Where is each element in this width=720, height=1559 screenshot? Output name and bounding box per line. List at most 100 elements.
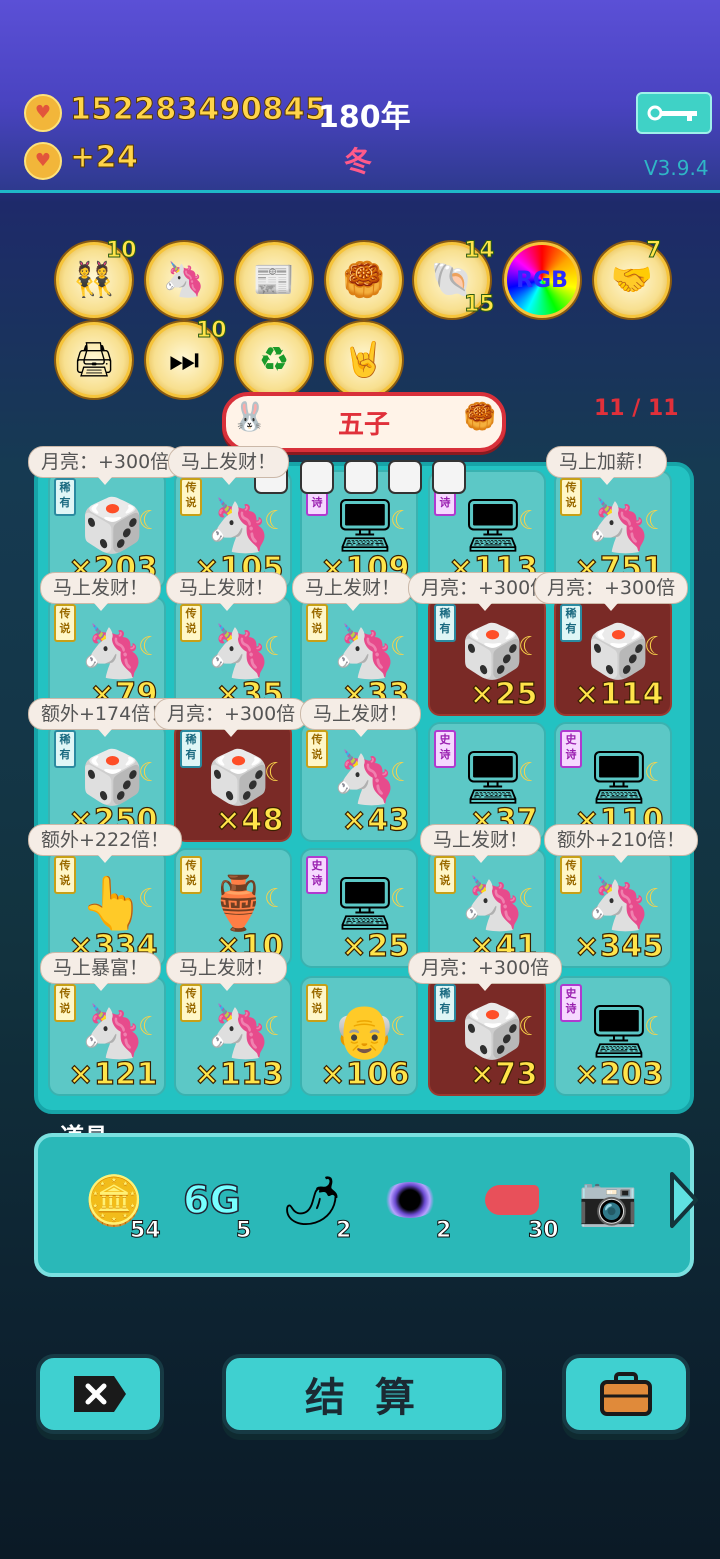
moon-icon: ☾	[390, 1012, 414, 1042]
symbol-icon: 🦄	[332, 622, 397, 682]
rarity-tag: 稀有	[54, 478, 76, 516]
rarity-tag: 传说	[54, 856, 76, 894]
moon-icon: ☾	[644, 884, 668, 914]
rarity-tag: 传说	[180, 984, 202, 1022]
chili-icon: 🌶	[281, 1172, 343, 1229]
camera-icon: 📷	[578, 1172, 638, 1229]
relic-recycle[interactable]: ♻	[236, 322, 312, 398]
effect-bubble: 马上发财！	[166, 952, 288, 991]
symbol-icon: 👆	[80, 874, 145, 934]
relic-count-secondary: 15	[464, 292, 496, 318]
effect-bubble: 额外+222倍！	[28, 824, 183, 863]
effect-bubble: 马上发财！	[40, 572, 162, 611]
relic-rgb[interactable]: RGB	[504, 242, 580, 318]
rarity-tag: 史诗	[560, 984, 582, 1022]
multiplier-value: ×25	[341, 928, 410, 964]
relic-printer[interactable]: 🖨	[56, 322, 132, 398]
rarity-tag: 史诗	[306, 856, 328, 894]
effect-bubble: 马上加薪！	[546, 446, 668, 485]
moon-icon: ☾	[138, 884, 162, 914]
symbol-icon: 🦄	[586, 874, 651, 934]
board-cell: 传说 👴 ☾ ×106	[300, 976, 418, 1096]
board-cell: 传说 🦄 ☾ ×113	[174, 976, 292, 1096]
symbol-icon: 🦄	[460, 874, 525, 934]
symbol-icon: 🦄	[80, 622, 145, 682]
multiplier-value: ×345	[574, 928, 664, 964]
relic-unicorn-heart[interactable]: 🦄	[146, 242, 222, 318]
spin-counter: 11 / 11	[594, 396, 679, 421]
rarity-tag: 稀有	[560, 604, 582, 642]
item-camera[interactable]: 📷	[568, 1160, 648, 1240]
board-cell: 传说 🦄 ☾ ×121	[48, 976, 166, 1096]
heart-coin-icon: ♥	[24, 142, 62, 180]
effect-bubble: 月亮：+300倍	[534, 572, 689, 611]
settle-label: 结 算	[305, 1375, 423, 1421]
effect-bubble: 马上发财！	[168, 446, 290, 485]
key-icon	[647, 105, 697, 121]
symbol-icon: 🦄	[332, 748, 397, 808]
close-tag-icon	[74, 1376, 126, 1412]
relic-count: 7	[645, 238, 662, 264]
symbol-icon: 🖥	[586, 748, 653, 808]
briefcase-button[interactable]	[562, 1354, 690, 1434]
rarity-tag: 传说	[560, 478, 582, 516]
moon-icon: ☾	[264, 506, 288, 536]
rarity-tag: 传说	[180, 478, 202, 516]
board-cell: 稀有 🎲 ☾ ×73	[428, 976, 546, 1096]
symbol-icon: 🎲	[586, 622, 651, 682]
rarity-tag: 传说	[54, 984, 76, 1022]
moon-icon: ☾	[518, 758, 542, 788]
relic-time-magazine[interactable]: 📰	[236, 242, 312, 318]
effect-bubble: 马上发财！	[292, 572, 414, 611]
symbol-icon: 🦄	[80, 1002, 145, 1062]
relic-count: 10	[196, 318, 228, 344]
symbol-icon: 👴	[332, 1002, 397, 1062]
item-count: 2	[435, 1218, 452, 1244]
symbol-icon: 🖥	[332, 496, 399, 556]
board-cell: 传说 🦄 ☾ ×43	[300, 722, 418, 842]
moon-icon: ☾	[264, 1012, 288, 1042]
settle-button[interactable]: 结 算	[222, 1354, 506, 1434]
board-cell: 稀有 🎲 ☾ ×25	[428, 596, 546, 716]
board-cell: 传说 👆 ☾ ×334	[48, 848, 166, 968]
symbol-icon: 🎲	[206, 748, 271, 808]
item-count: 2	[335, 1218, 352, 1244]
board-cell: 传说 🏺 ☾ ×10	[174, 848, 292, 968]
moon-icon: ☾	[264, 758, 288, 788]
board-cell: 传说 🦄 ☾ ×41	[428, 848, 546, 968]
symbol-icon: 🦄	[206, 622, 271, 682]
multiplier-value: ×43	[341, 802, 410, 838]
board-cell: 史诗 🖥 ☾ ×25	[300, 848, 418, 968]
symbol-icon: 🎲	[80, 748, 145, 808]
dice-icon	[344, 460, 378, 494]
briefcase-icon	[600, 1372, 652, 1416]
rgb-label: RGB	[516, 267, 568, 293]
symbol-icon: 🦄	[206, 1002, 271, 1062]
moon-icon: ☾	[138, 758, 162, 788]
income-per-turn: +24	[69, 140, 139, 176]
moon-icon: ☾	[518, 632, 542, 662]
item-count: 30	[528, 1218, 560, 1244]
item-count: 54	[130, 1218, 162, 1244]
money-total: 152283490845	[70, 92, 327, 128]
key-button[interactable]	[636, 92, 712, 134]
moon-icon: ☾	[390, 758, 414, 788]
rarity-tag: 传说	[560, 856, 582, 894]
relic-count: 14	[464, 238, 496, 264]
rarity-tag: 史诗	[434, 730, 456, 768]
symbol-icon: 🖥	[332, 874, 399, 934]
moon-icon: ☾	[138, 1012, 162, 1042]
board-cell: 史诗 🖥 ☾ ×203	[554, 976, 672, 1096]
relic-mooncake[interactable]: 🥮	[326, 242, 402, 318]
relic-rock-hand[interactable]: 🤘	[326, 322, 402, 398]
rarity-tag: 稀有	[54, 730, 76, 768]
multiplier-value: ×121	[68, 1056, 158, 1092]
moon-icon: ☾	[644, 1012, 668, 1042]
symbol-icon: 🖥	[586, 1002, 653, 1062]
rarity-tag: 稀有	[434, 604, 456, 642]
moon-icon: ☾	[518, 1012, 542, 1042]
items-next-arrow[interactable]	[666, 1170, 700, 1230]
moon-icon: ☾	[644, 632, 668, 662]
symbol-icon: 🎲	[460, 1002, 525, 1062]
exit-button[interactable]	[36, 1354, 164, 1434]
